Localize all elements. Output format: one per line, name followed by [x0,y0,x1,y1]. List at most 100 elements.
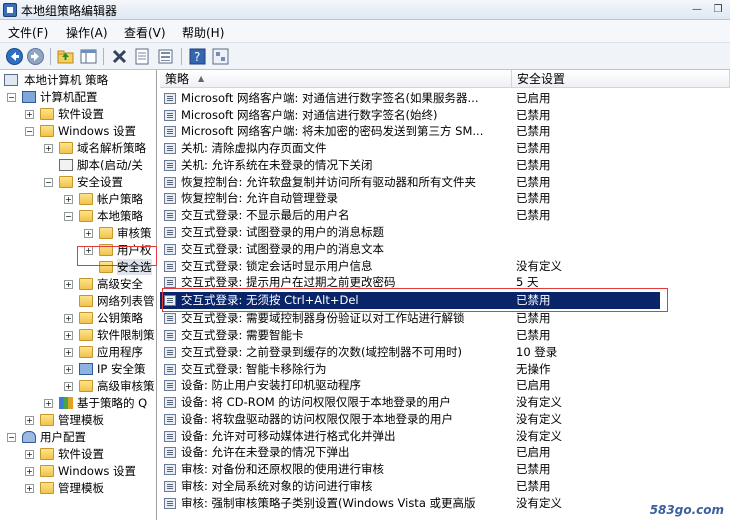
expand-icon[interactable]: + [25,110,34,119]
policy-icon [164,160,176,171]
expand-icon[interactable]: + [64,280,73,289]
table-row[interactable]: 交互式登录: 试图登录的用户的消息标题 [160,224,660,241]
minimize-button[interactable]: — [689,2,705,16]
policy-icon [164,397,176,408]
folder-icon [79,380,93,392]
table-row[interactable]: 恢复控制台: 允许软盘复制并访问所有驱动器和所有文件夹 已禁用 [160,174,660,191]
properties-icon[interactable] [133,47,152,66]
expand-icon[interactable]: + [25,467,34,476]
filter-icon[interactable] [211,47,230,66]
table-row[interactable]: 交互式登录: 需要智能卡 已禁用 [160,327,660,344]
expand-icon[interactable]: + [64,348,73,357]
column-header-setting[interactable]: 安全设置 [512,70,730,88]
show-tree-icon[interactable] [79,47,98,66]
table-row[interactable]: 交互式登录: 需要域控制器身份验证以对工作站进行解锁 已禁用 [160,310,660,327]
folder-icon [79,295,93,307]
policy-icon [164,227,176,238]
table-row[interactable]: 设备: 将 CD-ROM 的访问权限仅限于本地登录的用户 没有定义 [160,394,660,411]
restore-button[interactable]: ❐ [710,2,726,16]
collapse-icon[interactable]: − [64,212,73,221]
menu-view[interactable]: 查看(V) [124,24,166,41]
policy-icon [164,447,176,458]
expand-icon[interactable]: + [64,314,73,323]
column-header-policy[interactable]: 策略 ▲ [160,70,512,88]
policy-icon [164,347,176,358]
expand-icon[interactable]: + [64,195,73,204]
svg-text:?: ? [194,50,200,64]
folder-icon [79,346,93,358]
bar-chart-icon [59,397,73,409]
policy-icon [164,277,176,288]
menu-action[interactable]: 操作(A) [66,24,108,41]
security-folder-icon [59,176,73,188]
policy-icon [164,244,176,255]
menu-bar: 文件(F) 操作(A) 查看(V) 帮助(H) [0,20,730,42]
up-folder-icon[interactable] [56,47,75,66]
sort-ascending-icon: ▲ [198,74,205,83]
table-row[interactable]: 设备: 将软盘驱动器的访问权限仅限于本地登录的用户 没有定义 [160,411,660,428]
expand-icon[interactable]: + [64,382,73,391]
table-row[interactable]: 交互式登录: 智能卡移除行为 无操作 [160,361,660,378]
expand-icon[interactable]: + [64,365,73,374]
menu-help[interactable]: 帮助(H) [182,24,224,41]
expand-icon[interactable]: + [44,399,53,408]
table-row[interactable]: 交互式登录: 锁定会话时显示用户信息 没有定义 [160,258,660,275]
table-row[interactable]: Microsoft 网络客户端: 将未加密的密码发送到第三方 SM... 已禁用 [160,123,660,140]
policy-icon [164,431,176,442]
expand-icon[interactable]: + [25,484,34,493]
table-row[interactable]: 设备: 允许对可移动媒体进行格式化并弹出 没有定义 [160,428,660,445]
computer-icon [22,91,36,103]
collapse-icon[interactable]: − [7,433,16,442]
collapse-icon[interactable]: − [44,178,53,187]
user-icon [22,431,36,443]
table-row[interactable]: 审核: 强制审核策略子类别设置(Windows Vista 或更高版 没有定义 [160,495,660,512]
app-icon [3,3,17,17]
table-row[interactable]: 关机: 清除虚拟内存页面文件 已禁用 [160,140,660,157]
expand-icon[interactable]: + [25,450,34,459]
table-row[interactable]: 审核: 对备份和还原权限的使用进行审核 已禁用 [160,461,660,478]
folder-icon [79,210,93,222]
help-icon[interactable]: ? [188,47,207,66]
policy-icon [164,498,176,509]
table-row[interactable]: 关机: 允许系统在未登录的情况下关闭 已禁用 [160,157,660,174]
table-row[interactable]: 交互式登录: 之前登录到缓存的次数(域控制器不可用时) 10 登录 [160,344,660,361]
network-icon [79,363,93,375]
folder-icon [99,227,113,239]
table-row[interactable]: 设备: 防止用户安装打印机驱动程序 已启用 [160,377,660,394]
console-tree: 本地计算机 策略 − 计算机配置 + 软件设置 − Windows 设置 + 域… [0,70,157,520]
collapse-icon[interactable]: − [25,127,34,136]
back-arrow-icon[interactable] [5,47,24,66]
script-icon [59,159,73,171]
table-row[interactable]: 交互式登录: 试图登录的用户的消息文本 [160,241,660,258]
policy-icon [164,110,176,121]
title-bar: 本地组策略编辑器 — ❐ [0,0,730,20]
policy-icon [164,464,176,475]
policy-icon [164,126,176,137]
folder-icon [79,312,93,324]
table-row[interactable]: Microsoft 网络客户端: 对通信进行数字签名(始终) 已禁用 [160,107,660,124]
policy-icon [4,74,18,86]
menu-file[interactable]: 文件(F) [8,24,48,41]
folder-icon [79,193,93,205]
forward-arrow-icon[interactable] [26,47,45,66]
policy-icon [164,177,176,188]
policy-icon [164,313,176,324]
expand-icon[interactable]: + [44,144,53,153]
policy-icon [164,380,176,391]
folder-icon [40,414,54,426]
table-row[interactable]: 设备: 允许在未登录的情况下弹出 已启用 [160,444,660,461]
collapse-icon[interactable]: − [7,93,16,102]
table-row[interactable]: Microsoft 网络客户端: 对通信进行数字签名(如果服务器... 已启用 [160,90,660,107]
expand-icon[interactable]: + [25,416,34,425]
table-row[interactable]: 交互式登录: 不显示最后的用户名 已禁用 [160,207,660,224]
highlight-box-row [162,288,668,312]
policy-icon [164,330,176,341]
expand-icon[interactable]: + [64,331,73,340]
export-list-icon[interactable] [156,47,175,66]
table-row[interactable]: 恢复控制台: 允许自动管理登录 已禁用 [160,190,660,207]
table-row[interactable]: 审核: 对全局系统对象的访问进行审核 已禁用 [160,478,660,495]
expand-icon[interactable]: + [84,229,93,238]
folder-icon [79,329,93,341]
highlight-box-tree [77,246,157,266]
delete-icon[interactable] [110,47,129,66]
